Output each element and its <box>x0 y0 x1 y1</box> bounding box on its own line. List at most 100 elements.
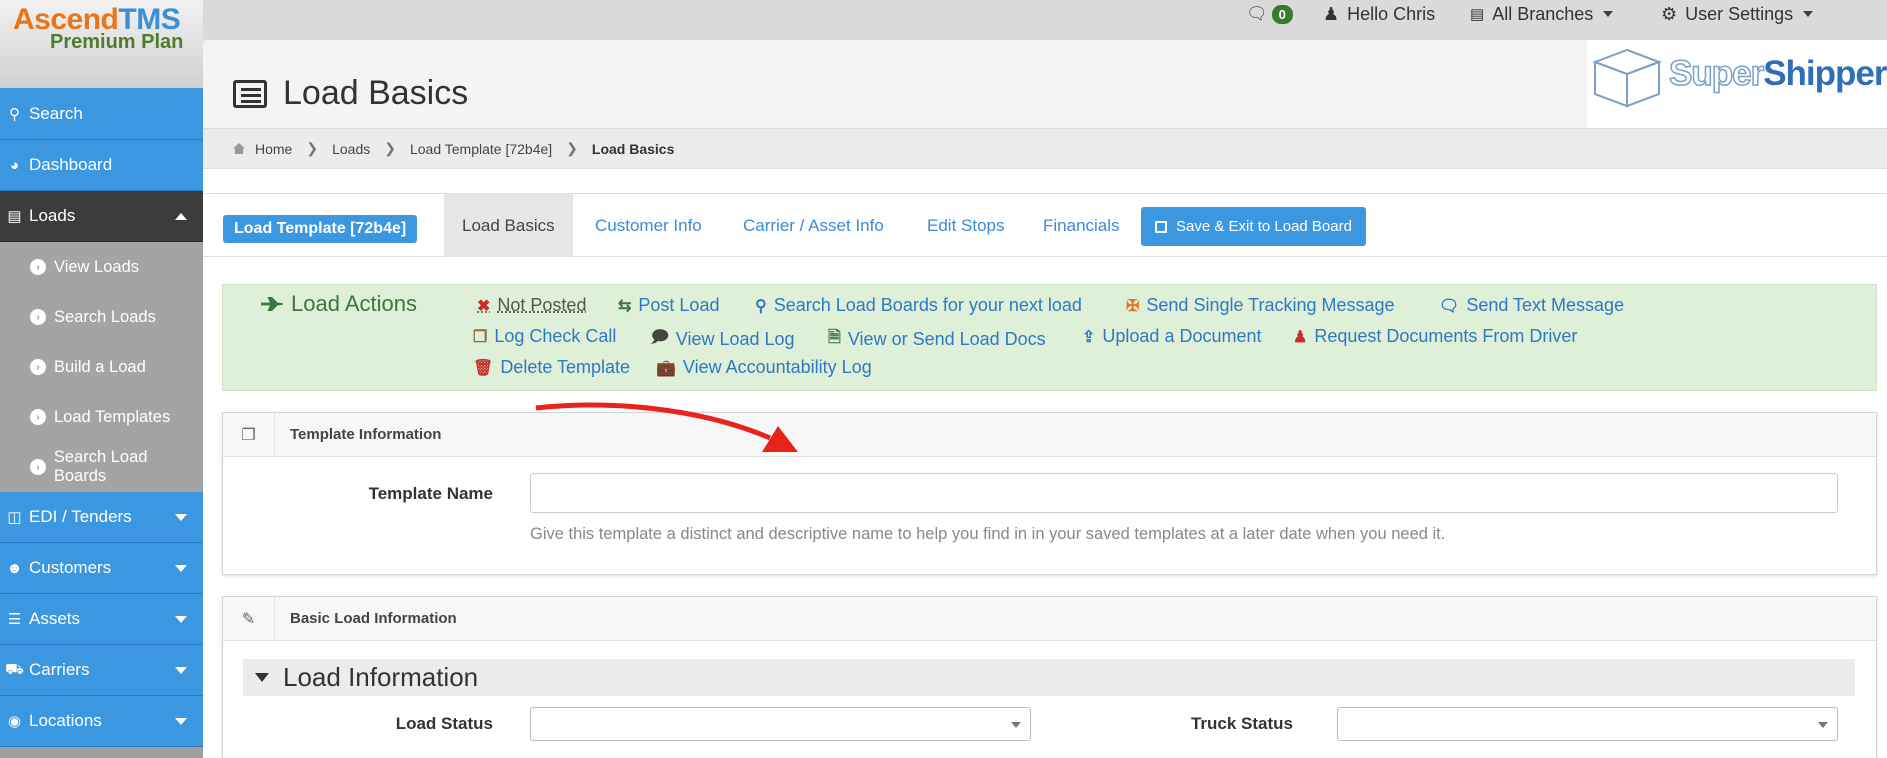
truck-status-label: Truck Status <box>1190 714 1293 733</box>
chevron-down-icon <box>175 667 187 674</box>
sidebar-item-label: Locations <box>29 711 102 730</box>
sidebar-item-dashboard[interactable]: ◕ Dashboard <box>0 140 203 191</box>
post-load-link[interactable]: ⇆ Post Load <box>618 295 719 316</box>
panel-title: Basic Load Information <box>290 610 457 627</box>
section-title: Load Information <box>283 662 479 692</box>
top-bar: 🗨 0 ♟ Hello Chris ▤ All Branches ⚙ User … <box>203 0 1887 40</box>
sidebar-subitem-view-loads[interactable]: › View Loads <box>0 242 203 292</box>
send-tracking-message-link[interactable]: ✠ Send Single Tracking Message <box>1126 295 1395 316</box>
view-send-load-docs-link[interactable]: 🗎 View or Send Load Docs <box>828 326 1046 353</box>
inbox-icon: ◫ <box>7 509 22 526</box>
briefcase-icon: 💼 <box>656 359 676 377</box>
search-load-boards-link[interactable]: ⚲ Search Load Boards for your next load <box>755 295 1082 316</box>
breadcrumb-template[interactable]: Load Template [72b4e] <box>410 141 552 157</box>
plane-icon <box>261 297 283 311</box>
template-name-label: Template Name <box>368 484 493 503</box>
upload-icon: ⇪ <box>1082 328 1096 346</box>
chevron-down-icon <box>175 616 187 623</box>
sidebar-subitem-build-load[interactable]: › Build a Load <box>0 342 203 392</box>
settings-label: User Settings <box>1685 3 1794 24</box>
chevron-circle-icon: › <box>30 459 46 475</box>
sidebar-item-label: Search <box>29 103 83 123</box>
user-icon: ♟ <box>1293 328 1308 346</box>
tab-carrier-asset-info[interactable]: Carrier / Asset Info <box>725 194 902 257</box>
sitemap-icon: ▤ <box>1470 6 1485 23</box>
copy-icon: ❐ <box>223 412 275 457</box>
brand-logo[interactable]: AscendTMS Premium Plan <box>0 0 203 88</box>
partner-logo-part1: Super <box>1668 53 1765 94</box>
trash-icon: 🗑 <box>473 359 494 377</box>
view-load-log-link[interactable]: 🗩 View Load Log <box>651 326 795 353</box>
messages-button[interactable]: 🗨 0 <box>1246 3 1293 25</box>
basic-load-information-panel: ✎ Basic Load Information Load Informatio… <box>222 596 1877 758</box>
template-name-input[interactable] <box>530 473 1838 513</box>
sidebar-subitem-load-templates[interactable]: › Load Templates <box>0 392 203 442</box>
chevron-right-icon: ❯ <box>566 140 578 156</box>
action-label: Post Load <box>638 295 720 315</box>
tab-bar: Load Template [72b4e] Load Basics Custom… <box>203 193 1887 257</box>
action-label: View Load Log <box>675 329 795 349</box>
action-label: Search Load Boards for your next load <box>773 295 1082 315</box>
sidebar-subitem-search-loads[interactable]: › Search Loads <box>0 292 203 342</box>
tab-customer-info[interactable]: Customer Info <box>577 194 720 257</box>
delete-template-link[interactable]: 🗑 Delete Template <box>473 357 630 378</box>
chevron-down-icon <box>1803 11 1814 17</box>
plan-label: Premium Plan <box>50 31 184 53</box>
comment-icon: 🗨 <box>1439 297 1460 315</box>
user-icon: ♟ <box>1323 3 1340 24</box>
upload-document-link[interactable]: ⇪ Upload a Document <box>1082 326 1262 347</box>
branches-dropdown[interactable]: ▤ All Branches <box>1470 3 1614 25</box>
chevron-circle-icon: › <box>30 359 46 375</box>
pencil-icon: ✎ <box>223 596 275 641</box>
log-check-call-link[interactable]: ❐ Log Check Call <box>473 326 616 347</box>
truck-status-select[interactable] <box>1337 707 1838 741</box>
main-content: Load Basics SuperShippers Home ❯ Loads ❯… <box>203 40 1887 758</box>
chevron-down-icon <box>175 514 187 521</box>
save-exit-button[interactable]: Save & Exit to Load Board <box>1141 207 1366 246</box>
sidebar-subitem-search-load-boards[interactable]: › Search Load Boards <box>0 442 203 492</box>
barcode-icon: ☰ <box>7 611 22 628</box>
chevron-down-icon <box>1818 722 1828 728</box>
retweet-icon: ⇆ <box>618 297 632 315</box>
partner-logo: SuperShippers <box>1587 40 1887 128</box>
sidebar-item-label: Carriers <box>29 660 90 679</box>
chevron-down-icon <box>175 718 187 725</box>
sidebar-subitem-label: Search Loads <box>54 307 156 326</box>
view-accountability-log-link[interactable]: 💼 View Accountability Log <box>656 357 872 378</box>
sidebar-subitem-label: Load Templates <box>54 407 171 426</box>
load-actions-panel: Load Actions ✖ Not Posted ⇆ Post Load ⚲ … <box>222 284 1877 391</box>
page-header: Load Basics SuperShippers <box>203 40 1887 128</box>
sidebar-item-search[interactable]: ⚲ Search <box>0 88 203 140</box>
sidebar-subitem-label: Search Load Boards <box>53 448 148 485</box>
sidebar-item-loads[interactable]: ▤ Loads <box>0 191 203 242</box>
users-icon: ☻ <box>6 559 23 577</box>
map-marker-icon: ◉ <box>7 713 22 730</box>
load-status-select[interactable] <box>530 707 1031 741</box>
comment-icon: 🗨 <box>1246 4 1268 23</box>
breadcrumb-loads[interactable]: Loads <box>332 141 370 157</box>
caret-down-icon <box>255 673 269 682</box>
list-alt-icon <box>233 80 267 108</box>
send-text-message-link[interactable]: 🗨 Send Text Message <box>1439 295 1624 316</box>
sidebar-item-locations[interactable]: ◉ Locations <box>0 696 203 747</box>
not-posted-link[interactable]: ✖ Not Posted <box>477 295 586 316</box>
action-label: Upload a Document <box>1102 326 1262 346</box>
sidebar-item-customers[interactable]: ☻ Customers <box>0 543 203 594</box>
load-status-label: Load Status <box>395 714 493 733</box>
tab-edit-stops[interactable]: Edit Stops <box>909 194 1023 257</box>
request-documents-link[interactable]: ♟ Request Documents From Driver <box>1293 326 1577 347</box>
sidebar-item-edi-tenders[interactable]: ◫ EDI / Tenders <box>0 492 203 543</box>
breadcrumb-home[interactable]: Home <box>255 141 292 157</box>
load-information-section-toggle[interactable]: Load Information <box>243 659 1855 696</box>
partner-logo-part2: Shippers <box>1763 54 1887 93</box>
tab-load-basics[interactable]: Load Basics <box>444 194 573 257</box>
sidebar-item-assets[interactable]: ☰ Assets <box>0 594 203 645</box>
template-id-button[interactable]: Load Template [72b4e] <box>223 215 418 243</box>
tab-financials[interactable]: Financials <box>1025 194 1138 257</box>
sidebar-item-carriers[interactable]: ⛟ Carriers <box>0 645 203 696</box>
chevron-down-icon <box>1011 722 1021 728</box>
user-greeting[interactable]: ♟ Hello Chris <box>1323 3 1435 25</box>
home-icon <box>233 143 245 154</box>
messages-count-badge: 0 <box>1271 4 1293 24</box>
user-settings-dropdown[interactable]: ⚙ User Settings <box>1661 3 1814 25</box>
